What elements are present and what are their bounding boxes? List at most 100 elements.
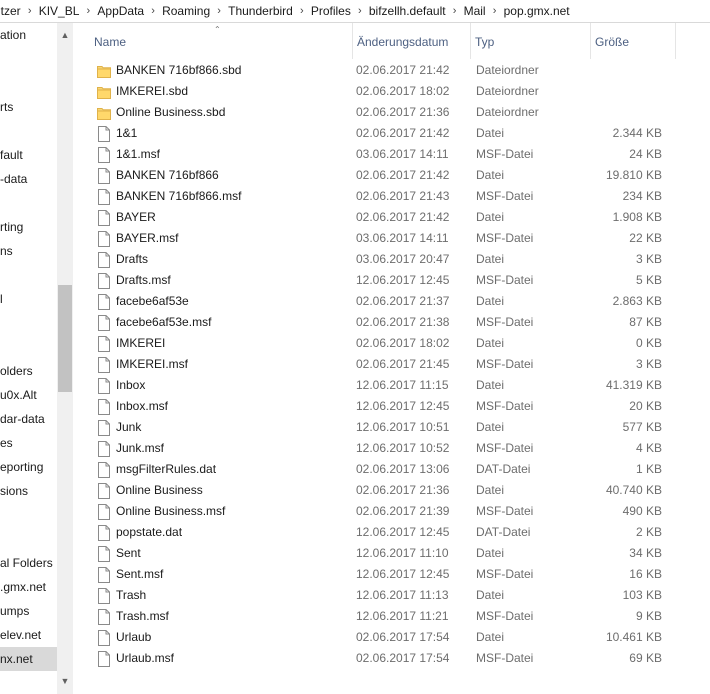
file-date: 02.06.2017 21:42 <box>356 63 450 77</box>
breadcrumb-item[interactable]: KIV_BL › <box>38 0 97 22</box>
file-row[interactable]: BAYER 02.06.2017 21:42 Datei 1.908 KB <box>73 207 710 228</box>
breadcrumb-item[interactable]: Profiles › <box>310 0 368 22</box>
nav-tree-item[interactable]: es <box>0 431 57 455</box>
file-type: MSF-Datei <box>476 441 534 455</box>
file-size: 1.908 KB <box>612 210 662 224</box>
file-name: 1&1 <box>116 126 138 140</box>
chevron-right-icon[interactable]: › <box>145 5 161 17</box>
file-date: 02.06.2017 21:37 <box>356 294 450 308</box>
file-date: 02.06.2017 21:38 <box>356 315 450 329</box>
file-row[interactable]: facebe6af53e.msf 02.06.2017 21:38 MSF-Date… <box>73 312 710 333</box>
file-icon <box>97 525 111 541</box>
scroll-down-arrow-icon[interactable]: ▼ <box>57 673 73 689</box>
column-header-date[interactable]: Änderungsdatum <box>352 23 473 59</box>
nav-tree-item[interactable]: -data <box>0 167 57 191</box>
chevron-right-icon[interactable]: › <box>352 5 368 17</box>
nav-tree-item[interactable]: .gmx.net <box>0 575 57 599</box>
file-date: 02.06.2017 21:42 <box>356 168 450 182</box>
breadcrumb-item[interactable]: Mail › <box>463 0 503 22</box>
file-row[interactable]: BANKEN 716bf866 02.06.2017 21:42 Datei 19.8… <box>73 165 710 186</box>
nav-tree-item[interactable]: ns <box>0 239 57 263</box>
breadcrumb-item[interactable]: Roaming › <box>161 0 227 22</box>
nav-tree-item[interactable]: l <box>0 287 57 311</box>
nav-tree-item-label: ation <box>0 28 27 42</box>
file-type: Datei <box>476 483 505 497</box>
chevron-right-icon[interactable]: › <box>447 5 463 17</box>
scroll-up-arrow-icon[interactable]: ▲ <box>57 27 73 43</box>
file-row[interactable]: Sent 12.06.2017 11:10 Datei 34 KB <box>73 543 710 564</box>
file-row[interactable]: IMKEREI.msf 02.06.2017 21:45 MSF-Datei 3 KB <box>73 354 710 375</box>
breadcrumb-item[interactable]: bifzellh.default › <box>368 0 463 22</box>
file-name: BANKEN 716bf866 <box>116 168 219 182</box>
nav-scrollbar-thumb[interactable] <box>58 285 72 392</box>
chevron-right-icon[interactable]: › <box>211 5 227 17</box>
file-size: 2.344 KB <box>612 126 662 140</box>
file-row[interactable]: facebe6af53e 02.06.2017 21:37 Datei 2.863 K… <box>73 291 710 312</box>
file-name: facebe6af53e <box>116 294 189 308</box>
file-row[interactable]: 1&1 02.06.2017 21:42 Datei 2.344 KB <box>73 123 710 144</box>
file-row[interactable]: popstate.dat 12.06.2017 12:45 DAT-Datei 2 K… <box>73 522 710 543</box>
file-row[interactable]: BANKEN 716bf866.msf 02.06.2017 21:43 MSF-D… <box>73 186 710 207</box>
file-row[interactable]: msgFilterRules.dat 02.06.2017 13:06 DAT-Da… <box>73 459 710 480</box>
nav-tree-item[interactable]: fault <box>0 143 57 167</box>
chevron-right-icon[interactable]: › <box>80 5 96 17</box>
file-row[interactable]: Trash.msf 12.06.2017 11:21 MSF-Datei 9 KB <box>73 606 710 627</box>
nav-tree-item[interactable]: al Folders <box>0 551 57 575</box>
file-row[interactable]: Junk.msf 12.06.2017 10:52 MSF-Datei 4 KB <box>73 438 710 459</box>
file-row[interactable]: Trash 12.06.2017 11:13 Datei 103 KB <box>73 585 710 606</box>
file-name: Online Business.msf <box>116 504 226 518</box>
nav-tree-item-label: sions <box>0 484 29 498</box>
file-size: 40.740 KB <box>605 483 662 497</box>
file-date: 12.06.2017 11:13 <box>356 588 449 602</box>
breadcrumb-item[interactable]: Thunderbird › <box>227 0 310 22</box>
chevron-right-icon[interactable]: › <box>487 5 503 17</box>
nav-tree-item[interactable]: rting <box>0 215 57 239</box>
file-size: 1 KB <box>635 462 662 476</box>
nav-tree-item[interactable]: eporting <box>0 455 57 479</box>
file-row[interactable]: Sent.msf 12.06.2017 12:45 MSF-Datei 16 KB <box>73 564 710 585</box>
file-icon <box>97 378 111 394</box>
breadcrumb-item[interactable]: AppData › <box>96 0 161 22</box>
nav-tree-item[interactable]: sions <box>0 479 57 503</box>
nav-tree-item[interactable]: umps <box>0 599 57 623</box>
nav-tree-item[interactable]: u0x.Alt <box>0 383 57 407</box>
chevron-right-icon[interactable]: › <box>22 5 38 17</box>
file-row[interactable]: Online Business.msf 02.06.2017 21:39 MSF-D… <box>73 501 710 522</box>
file-size: 34 KB <box>629 546 662 560</box>
nav-scrollbar[interactable]: ▲ ▼ <box>57 23 73 694</box>
file-size: 20 KB <box>629 399 662 413</box>
chevron-right-icon[interactable]: › <box>294 5 310 17</box>
file-row[interactable]: Online Business.sbd 02.06.2017 21:36 Datei… <box>73 102 710 123</box>
column-header-type[interactable]: Typ <box>470 23 591 59</box>
file-type: MSF-Datei <box>476 189 534 203</box>
nav-tree-item[interactable]: elev.net <box>0 623 57 647</box>
column-header-name[interactable]: Name <box>90 23 352 59</box>
file-icon <box>97 609 111 625</box>
address-bar[interactable]: utzer›KIV_BL›AppData›Roaming›Thunderbird… <box>0 0 710 23</box>
nav-tree-item[interactable]: ation <box>0 23 57 47</box>
file-row[interactable]: Urlaub 02.06.2017 17:54 Datei 10.461 KB <box>73 627 710 648</box>
file-date: 02.06.2017 17:54 <box>356 651 450 665</box>
file-type: MSF-Datei <box>476 567 534 581</box>
file-row[interactable]: 1&1.msf 03.06.2017 14:11 MSF-Datei 24 KB <box>73 144 710 165</box>
file-row[interactable]: Inbox.msf 12.06.2017 12:45 MSF-Datei 20 KB <box>73 396 710 417</box>
file-row[interactable]: Junk 12.06.2017 10:51 Datei 577 KB <box>73 417 710 438</box>
file-row[interactable]: Urlaub.msf 02.06.2017 17:54 MSF-Datei 69 KB <box>73 648 710 669</box>
file-row[interactable]: Drafts.msf 12.06.2017 12:45 MSF-Datei 5 KB <box>73 270 710 291</box>
breadcrumb-item[interactable]: utzer› <box>0 0 38 22</box>
file-row[interactable]: IMKEREI.sbd 02.06.2017 18:02 Dateiordner <box>73 81 710 102</box>
file-row[interactable]: BANKEN 716bf866.sbd 02.06.2017 21:42 Datei… <box>73 60 710 81</box>
file-row[interactable]: Online Business 02.06.2017 21:36 Datei 40.7… <box>73 480 710 501</box>
file-row[interactable]: BAYER.msf 03.06.2017 14:11 MSF-Datei 22 KB <box>73 228 710 249</box>
nav-tree-item[interactable]: nx.net <box>0 647 57 671</box>
breadcrumb-label: Roaming <box>162 4 211 18</box>
breadcrumb-item[interactable]: pop.gmx.net <box>503 0 571 22</box>
nav-tree-item[interactable]: dar-data <box>0 407 57 431</box>
nav-tree-item[interactable]: olders <box>0 359 57 383</box>
file-row[interactable]: Drafts 03.06.2017 20:47 Datei 3 KB <box>73 249 710 270</box>
nav-tree-item-label: u0x.Alt <box>0 388 37 402</box>
file-row[interactable]: IMKEREI 02.06.2017 18:02 Datei 0 KB <box>73 333 710 354</box>
nav-tree-item[interactable]: rts <box>0 95 57 119</box>
column-header-size[interactable]: Größe <box>590 23 676 59</box>
file-row[interactable]: Inbox 12.06.2017 11:15 Datei 41.319 KB <box>73 375 710 396</box>
